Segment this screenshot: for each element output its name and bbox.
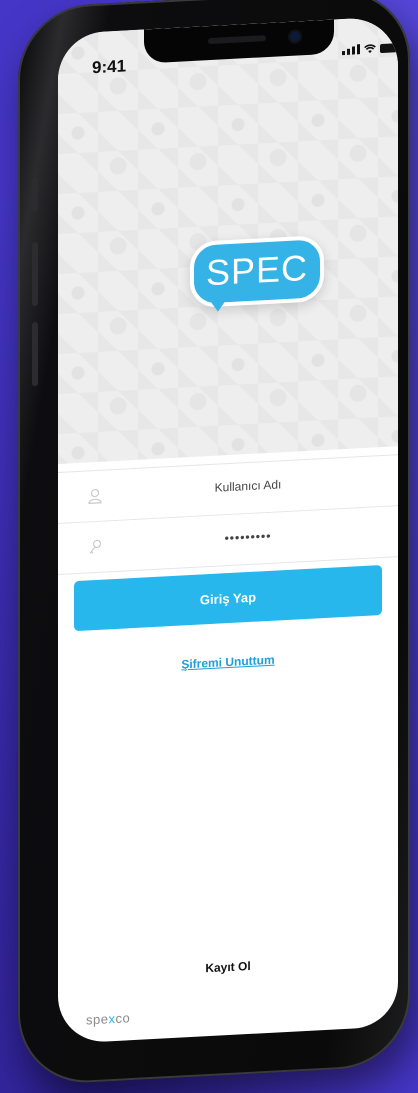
signal-icon: [342, 44, 360, 56]
speaker: [208, 35, 266, 45]
wifi-icon: [364, 44, 376, 54]
login-button[interactable]: Giriş Yap: [74, 565, 382, 632]
key-icon: [89, 539, 102, 554]
forgot-password-link[interactable]: Şifremi Unuttum: [58, 646, 398, 678]
battery-icon: [380, 43, 398, 54]
spexco-prefix: spe: [86, 1011, 109, 1028]
register-link[interactable]: Kayıt Ol: [58, 951, 398, 983]
password-input[interactable]: •••••••••: [118, 523, 378, 551]
volume-up-button: [32, 241, 38, 307]
spexco-suffix: co: [115, 1010, 131, 1026]
silent-switch: [32, 176, 38, 212]
user-icon: [88, 488, 102, 505]
logo-tail: [208, 297, 228, 313]
volume-down-button: [32, 321, 38, 387]
camera: [288, 29, 302, 44]
status-time: 9:41: [92, 56, 127, 78]
app-screen: 9:41 SPEC Kullanıcı Adı ••••••••• Giriş …: [58, 16, 398, 1044]
username-input[interactable]: Kullanıcı Adı: [118, 472, 378, 500]
spexco-logo: spexco: [86, 1010, 130, 1027]
